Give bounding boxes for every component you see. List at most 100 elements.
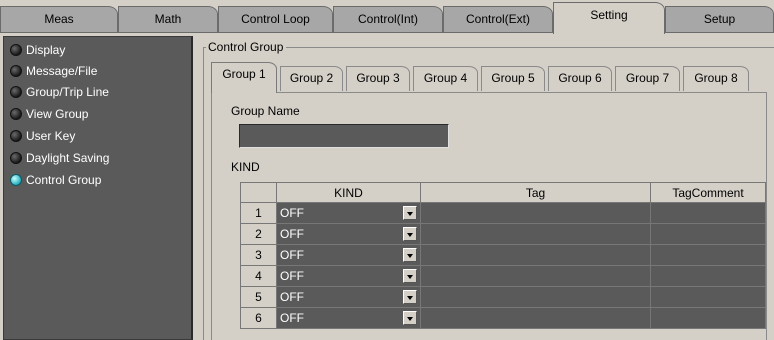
top-tab-bar: Meas Math Control Loop Control(Int) Cont…: [0, 0, 774, 34]
tab-setting[interactable]: Setting: [553, 2, 665, 34]
tab-control-loop[interactable]: Control Loop: [218, 6, 333, 33]
tab-label: Control Loop: [241, 12, 310, 26]
tab-label: Group 8: [694, 71, 738, 85]
header-label: Tag: [525, 186, 546, 200]
sidebar-item-label: Daylight Saving: [26, 151, 110, 165]
tag-comment-cell[interactable]: [651, 266, 766, 287]
kind-value: OFF: [280, 269, 304, 283]
kind-select[interactable]: OFF: [277, 203, 421, 224]
tab-group-5[interactable]: Group 5: [481, 66, 545, 91]
tab-meas[interactable]: Meas: [0, 6, 118, 33]
kind-select[interactable]: OFF: [277, 224, 421, 245]
row-number: 4: [240, 266, 277, 287]
tag-cell[interactable]: [421, 245, 651, 266]
tag-comment-cell[interactable]: [651, 308, 766, 329]
tab-label: Group 3: [356, 71, 400, 85]
sidebar-item-label: Display: [26, 43, 66, 57]
tag-comment-cell[interactable]: [651, 224, 766, 245]
dropdown-arrow-icon[interactable]: [403, 290, 417, 304]
kind-value: OFF: [280, 206, 304, 220]
sidebar-menu: Display Message/File Group/Trip Line Vie…: [3, 36, 193, 340]
tag-cell[interactable]: [421, 203, 651, 224]
dropdown-arrow-icon[interactable]: [403, 311, 417, 325]
tab-label: Control(Ext): [465, 12, 530, 26]
dropdown-arrow-icon[interactable]: [403, 206, 417, 220]
tab-setup[interactable]: Setup: [665, 6, 774, 33]
tag-cell[interactable]: [421, 287, 651, 308]
row-number-label: 6: [255, 311, 262, 325]
dropdown-arrow-icon[interactable]: [403, 248, 417, 262]
tag-cell[interactable]: [421, 224, 651, 245]
sidebar-item-label: Control Group: [26, 173, 102, 187]
tab-group-7[interactable]: Group 7: [615, 66, 680, 91]
tab-label: Group 4: [423, 71, 468, 85]
kind-select[interactable]: OFF: [277, 308, 421, 329]
tab-group-6[interactable]: Group 6: [548, 66, 612, 91]
tab-label: Group 6: [558, 71, 602, 85]
kind-value: OFF: [280, 290, 304, 304]
sidebar-item-user-key[interactable]: User Key: [10, 126, 75, 146]
radio-indicator-icon: [10, 130, 22, 142]
row-number: 1: [240, 203, 277, 224]
tab-label: Group 2: [289, 71, 334, 85]
row-number-label: 3: [255, 248, 262, 262]
row-number-label: 5: [255, 290, 262, 304]
column-header-tag-comment[interactable]: TagComment: [651, 182, 766, 203]
dropdown-arrow-icon[interactable]: [403, 269, 417, 283]
row-number: 6: [240, 308, 277, 329]
frame-border: [203, 47, 774, 48]
sidebar-item-control-group[interactable]: Control Group: [10, 170, 101, 190]
column-header-tag[interactable]: Tag: [421, 182, 651, 203]
row-number-label: 1: [255, 206, 262, 220]
header-label: KIND: [334, 186, 363, 200]
tab-label: Group 1: [222, 67, 266, 81]
tab-label: Group 7: [625, 71, 670, 85]
tab-group-4[interactable]: Group 4: [413, 66, 478, 91]
sidebar-item-display[interactable]: Display: [10, 40, 65, 60]
group-name-input[interactable]: [239, 124, 449, 148]
kind-value: OFF: [280, 227, 304, 241]
tab-math[interactable]: Math: [118, 6, 218, 33]
sidebar-item-label: Message/File: [26, 64, 98, 78]
tab-group-1[interactable]: Group 1: [211, 62, 277, 93]
sidebar-item-group-trip-line[interactable]: Group/Trip Line: [10, 82, 109, 102]
row-number-label: 4: [255, 269, 262, 283]
radio-indicator-icon: [10, 152, 22, 164]
kind-value: OFF: [280, 311, 304, 325]
radio-indicator-icon: [10, 108, 22, 120]
kind-select[interactable]: OFF: [277, 245, 421, 266]
tab-label: Meas: [44, 12, 74, 26]
tab-label: Math: [154, 12, 182, 26]
kind-value: OFF: [280, 248, 304, 262]
sidebar-item-label: Group/Trip Line: [26, 85, 109, 99]
kind-select[interactable]: OFF: [277, 266, 421, 287]
frame-border: [203, 47, 204, 340]
radio-indicator-icon: [10, 65, 22, 77]
sidebar-item-message-file[interactable]: Message/File: [10, 61, 97, 81]
tab-group-8[interactable]: Group 8: [683, 66, 749, 91]
dropdown-arrow-icon[interactable]: [403, 227, 417, 241]
tab-group-2[interactable]: Group 2: [280, 66, 343, 91]
tag-cell[interactable]: [421, 308, 651, 329]
header-label: TagComment: [672, 186, 744, 200]
tag-comment-cell[interactable]: [651, 203, 766, 224]
kind-table: KIND Tag TagComment 1 OFF 2 OFF 3 OFF 4 …: [240, 182, 766, 340]
tab-control-int[interactable]: Control(Int): [333, 6, 443, 33]
radio-indicator-icon: [10, 86, 22, 98]
sidebar-item-view-group[interactable]: View Group: [10, 104, 88, 124]
kind-select[interactable]: OFF: [277, 287, 421, 308]
sidebar-item-label: User Key: [26, 129, 76, 143]
tag-comment-cell[interactable]: [651, 245, 766, 266]
kind-section-label: KIND: [231, 160, 260, 174]
tab-group-3[interactable]: Group 3: [346, 66, 410, 91]
tag-cell[interactable]: [421, 266, 651, 287]
tab-control-ext[interactable]: Control(Ext): [443, 6, 553, 33]
table-corner-header: [240, 182, 277, 203]
radio-selected-icon: [10, 174, 22, 186]
column-header-kind[interactable]: KIND: [277, 182, 421, 203]
frame-title: Control Group: [206, 40, 287, 54]
sidebar-item-daylight-saving[interactable]: Daylight Saving: [10, 148, 109, 168]
tag-comment-cell[interactable]: [651, 287, 766, 308]
sidebar-item-label: View Group: [26, 107, 89, 121]
group-name-label: Group Name: [231, 104, 300, 118]
